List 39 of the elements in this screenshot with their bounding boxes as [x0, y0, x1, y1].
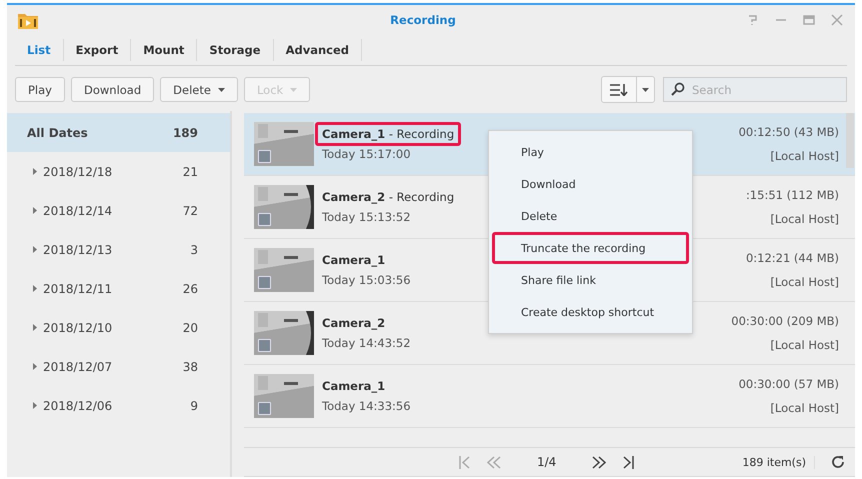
recording-title: Camera_1: [321, 252, 386, 269]
count-label: 9: [190, 398, 198, 412]
count-label: 21: [182, 164, 198, 178]
count-label: 72: [182, 204, 198, 218]
count-label: 189: [172, 126, 198, 140]
date-label: 2018/12/11: [43, 282, 114, 296]
host-label: [Local Host]: [770, 401, 839, 415]
page-indicator: 1/4: [537, 455, 556, 469]
item-count: 189 item(s): [742, 456, 815, 468]
date-label: 2018/12/14: [43, 204, 114, 218]
date-label: 2018/12/18: [43, 164, 114, 178]
count-label: 3: [190, 242, 198, 256]
host-label: [Local Host]: [770, 338, 839, 352]
recording-title: Camera_1: [321, 378, 386, 395]
duration-label: 00:30:00 (57 MB): [738, 377, 839, 391]
count-label: 38: [182, 360, 198, 374]
recording-title: Camera_2 - Recording: [321, 189, 456, 206]
date-label: All Dates: [27, 126, 89, 140]
duration-label: :15:51 (112 MB): [746, 188, 839, 202]
date-label: 2018/12/13: [43, 242, 114, 256]
recording-title: Camera_2: [321, 315, 386, 332]
window-title: Recording: [390, 13, 456, 27]
recording-time: Today 15:13:52: [322, 210, 411, 224]
host-label: [Local Host]: [770, 149, 839, 163]
count-label: 26: [182, 282, 198, 296]
host-label: [Local Host]: [770, 212, 839, 226]
recording-title: Camera_1 - Recording: [315, 122, 462, 146]
date-label: 2018/12/10: [43, 320, 114, 334]
recording-time: Today 15:17:00: [322, 147, 411, 161]
recording-time: Today 15:03:56: [322, 273, 411, 287]
host-label: [Local Host]: [770, 275, 839, 289]
duration-label: 0:12:21 (44 MB): [746, 251, 839, 265]
duration-label: 00:30:00 (209 MB): [731, 314, 839, 328]
count-label: 20: [182, 320, 198, 334]
duration-label: 00:12:50 (43 MB): [738, 125, 839, 139]
recording-time: Today 14:33:56: [322, 399, 411, 413]
date-label: 2018/12/07: [43, 360, 114, 374]
date-label: 2018/12/06: [43, 398, 114, 412]
recording-time: Today 14:43:52: [322, 336, 411, 350]
